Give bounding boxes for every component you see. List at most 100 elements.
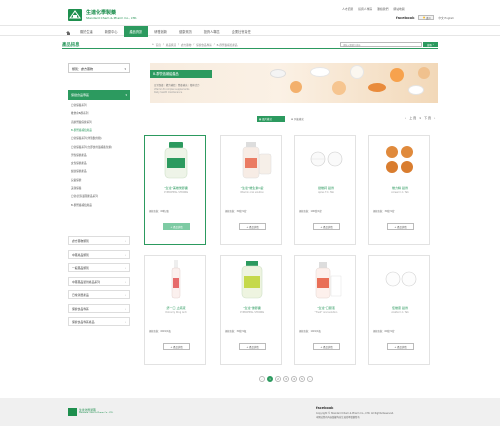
product-name[interactable]: "生達"美維樂膠囊 bbox=[145, 186, 207, 190]
sidebar-subitem[interactable]: 高齡營養保健系列 bbox=[71, 120, 92, 124]
product-card[interactable]: "生達"口服液 "Trust" oral solution 規格包裝：10ml/1瓶… bbox=[294, 255, 356, 365]
view-grid-button[interactable]: ▦ 圖片模式 bbox=[257, 116, 285, 122]
product-name[interactable]: 健維鈣 錠劑 bbox=[295, 186, 357, 190]
footer-logo[interactable] bbox=[68, 408, 77, 416]
sidebar-subitem[interactable]: 美容保養 bbox=[71, 186, 81, 190]
prev-page[interactable]: 上 頁 bbox=[409, 116, 416, 120]
nav-item[interactable]: 健康資訊 bbox=[173, 26, 198, 37]
sidebar-subitem[interactable]: B-群營養補給產品 bbox=[71, 203, 92, 207]
sidebar-subitem[interactable]: 日常/居家護理產品系列 bbox=[71, 194, 98, 198]
sidebar-main-item-label: 處方藥物類別 bbox=[72, 239, 89, 243]
product-image[interactable] bbox=[369, 136, 431, 182]
nav-item[interactable]: 研發創新 bbox=[148, 26, 173, 37]
sidebar-main-item[interactable]: 中藥藥品製劑產品系列 › bbox=[68, 276, 130, 286]
sidebar-subitem[interactable]: 兒童保健 bbox=[71, 178, 81, 182]
breadcrumb-item[interactable]: 首頁 bbox=[156, 43, 161, 47]
pagination-button[interactable]: 4 bbox=[291, 376, 297, 382]
product-card[interactable]: "生達"優膠囊 CYPROHEAL STRONG 規格包裝：30錠/1瓶 + 產品詳情 bbox=[220, 255, 282, 365]
product-detail-button[interactable]: + 產品詳情 bbox=[313, 343, 340, 350]
product-detail-button[interactable]: + 產品詳情 bbox=[387, 223, 414, 230]
facebook-like-button[interactable]: 👍 讚 0 bbox=[418, 15, 435, 20]
product-detail-button[interactable]: + 產品詳情 bbox=[239, 223, 266, 230]
chevron-right-icon: › bbox=[124, 293, 126, 297]
sidebar-subitem[interactable]: 婦幼保健產品 bbox=[71, 169, 87, 173]
top-link[interactable]: 網站地圖 bbox=[393, 7, 404, 11]
product-image[interactable] bbox=[369, 256, 431, 302]
product-image[interactable] bbox=[295, 256, 357, 302]
product-detail-button[interactable]: + 產品詳情 bbox=[313, 223, 340, 230]
breadcrumb-item[interactable]: 保健食品專區 bbox=[196, 43, 212, 47]
product-detail-button[interactable]: + 產品詳情 bbox=[163, 343, 190, 350]
product-name[interactable]: 維力精 錠劑 bbox=[369, 186, 431, 190]
top-link[interactable]: 人才招募 bbox=[342, 7, 353, 11]
nav-item[interactable]: 新聞中心 bbox=[99, 26, 124, 37]
facebook-row: facebook 👍 讚 0 中文 English bbox=[396, 15, 454, 20]
sidebar-subitem[interactable]: 男性保健產品 bbox=[71, 153, 87, 157]
sidebar-subitem[interactable]: 日常保養系列 bbox=[71, 103, 87, 107]
sidebar-header[interactable]: 保健食品專區 ▾ bbox=[68, 90, 130, 100]
next-page[interactable]: 下 頁 bbox=[424, 116, 431, 120]
nav-item[interactable]: 投資人專區 bbox=[198, 26, 226, 37]
product-card[interactable]: "生達"美維樂膠囊 CYPROHEAL STRONG 規格包裝：60粒/盒 + 產品詳… bbox=[144, 135, 206, 245]
sidebar-main-item[interactable]: 中藥產品類別 › bbox=[68, 249, 130, 259]
sidebar-subitem[interactable]: 日常保養系列(沖泡飲用類) bbox=[71, 136, 102, 140]
sidebar-main-item[interactable]: 保健食品專區 › bbox=[68, 303, 130, 313]
top-link[interactable]: 投資人專區 bbox=[358, 7, 372, 11]
sidebar-main-item[interactable]: 保健食品專區產品 › bbox=[68, 317, 130, 326]
language-switch[interactable]: 中文 English bbox=[438, 16, 453, 20]
product-image[interactable] bbox=[221, 136, 283, 182]
list-icon: ☰ bbox=[291, 117, 294, 121]
nav-home[interactable] bbox=[62, 26, 74, 37]
page-title: 產品訊息 bbox=[62, 43, 80, 48]
pagination-button[interactable]: 1 bbox=[267, 376, 273, 382]
sidebar-subitem[interactable]: B-群營養補給產品 bbox=[71, 128, 92, 132]
footer-facebook[interactable]: facebook bbox=[316, 406, 333, 410]
pagination-button[interactable]: 3 bbox=[283, 376, 289, 382]
product-card[interactable]: 維力精 錠劑 Aciwel C.C. Tab 規格包裝：30錠/1錠 + 產品詳情 bbox=[368, 135, 430, 245]
nav-item-active[interactable]: 產品資訊 bbox=[123, 26, 149, 37]
product-detail-button[interactable]: + 產品詳情 bbox=[239, 343, 266, 350]
search-input[interactable]: 請輸入關鍵字搜尋 bbox=[340, 42, 422, 47]
product-card[interactable]: "生達"維生素C錠 Vitamin oral solution 規格包裝：30錠/1… bbox=[220, 135, 282, 245]
sidebar-main-item[interactable]: 處方藥物類別 › bbox=[68, 236, 130, 245]
sidebar-main-item[interactable]: 一般藥品類別 › bbox=[68, 263, 130, 272]
product-card[interactable]: 舒一口 止痛液 Dolcerry Ding Anti 規格包裝：60ml/1瓶 + 產… bbox=[144, 255, 206, 365]
top-link[interactable]: 聯絡我們 bbox=[377, 7, 388, 11]
breadcrumb-item[interactable]: 產品資訊 bbox=[166, 43, 176, 47]
product-name[interactable]: 佳維康 錠劑 bbox=[369, 306, 431, 310]
pagination-button[interactable]: 2 bbox=[275, 376, 281, 382]
sidebar-subitem[interactable]: 日常保養系列(立即食用滋補養生類) bbox=[71, 145, 112, 149]
nav-item[interactable]: 企業社會責任 bbox=[226, 26, 257, 37]
nav-inner: 關於生達 新聞中心 產品資訊 研發創新 健康資訊 投資人專區 企業社會責任 bbox=[62, 26, 257, 37]
product-detail-button[interactable]: + 產品詳情 bbox=[387, 343, 414, 350]
next-arrow[interactable]: › bbox=[434, 116, 435, 120]
footer-copyright: Copyright © Standard Chem & Pharm Co., L… bbox=[316, 412, 394, 419]
nav-item[interactable]: 關於生達 bbox=[74, 26, 99, 37]
product-card[interactable]: 健維鈣 錠劑 Aplus T.C. Tab 規格包裝：100錠/1錠 + 產品詳情 bbox=[294, 135, 356, 245]
product-image[interactable] bbox=[145, 256, 207, 302]
sidebar-main-item[interactable]: 日常消費產品 › bbox=[68, 290, 130, 299]
chevron-right-icon: › bbox=[124, 279, 126, 284]
brand-logo[interactable] bbox=[68, 9, 82, 21]
sidebar-subitem[interactable]: 維他命B群系列 bbox=[71, 111, 88, 115]
pagination-button[interactable]: ‹ bbox=[259, 376, 265, 382]
pagination-button[interactable]: 5 bbox=[299, 376, 305, 382]
prev-arrow[interactable]: ‹ bbox=[405, 116, 406, 120]
product-detail-button[interactable]: + 產品詳情 bbox=[163, 223, 190, 230]
category-select[interactable]: 類別：處方藥物 ▾ bbox=[68, 63, 130, 73]
sidebar-subitem[interactable]: 女性保健產品 bbox=[71, 161, 87, 165]
breadcrumb-item[interactable]: 處方藥物 bbox=[181, 43, 191, 47]
product-image[interactable] bbox=[145, 136, 207, 182]
product-name[interactable]: "生達"優膠囊 bbox=[221, 306, 283, 310]
view-list-button[interactable]: ☰ 列表模式 bbox=[289, 116, 317, 122]
product-card[interactable]: 佳維康 錠劑 Acaltsil I.C. Tab 規格包裝：60錠/1錠 + 產品詳情 bbox=[368, 255, 430, 365]
top-links: 人才招募 投資人專區 聯絡我們 網站地圖 bbox=[342, 7, 405, 11]
product-image[interactable] bbox=[221, 256, 283, 302]
product-name[interactable]: "生達"維生素C錠 bbox=[221, 186, 283, 190]
chevron-down-icon: ▾ bbox=[125, 93, 127, 97]
search-button[interactable]: 搜尋 ⌕ bbox=[423, 42, 438, 47]
product-image[interactable] bbox=[295, 136, 357, 182]
pagination-button[interactable]: › bbox=[307, 376, 313, 382]
product-name[interactable]: "生達"口服液 bbox=[295, 306, 357, 310]
product-name[interactable]: 舒一口 止痛液 bbox=[145, 306, 207, 310]
